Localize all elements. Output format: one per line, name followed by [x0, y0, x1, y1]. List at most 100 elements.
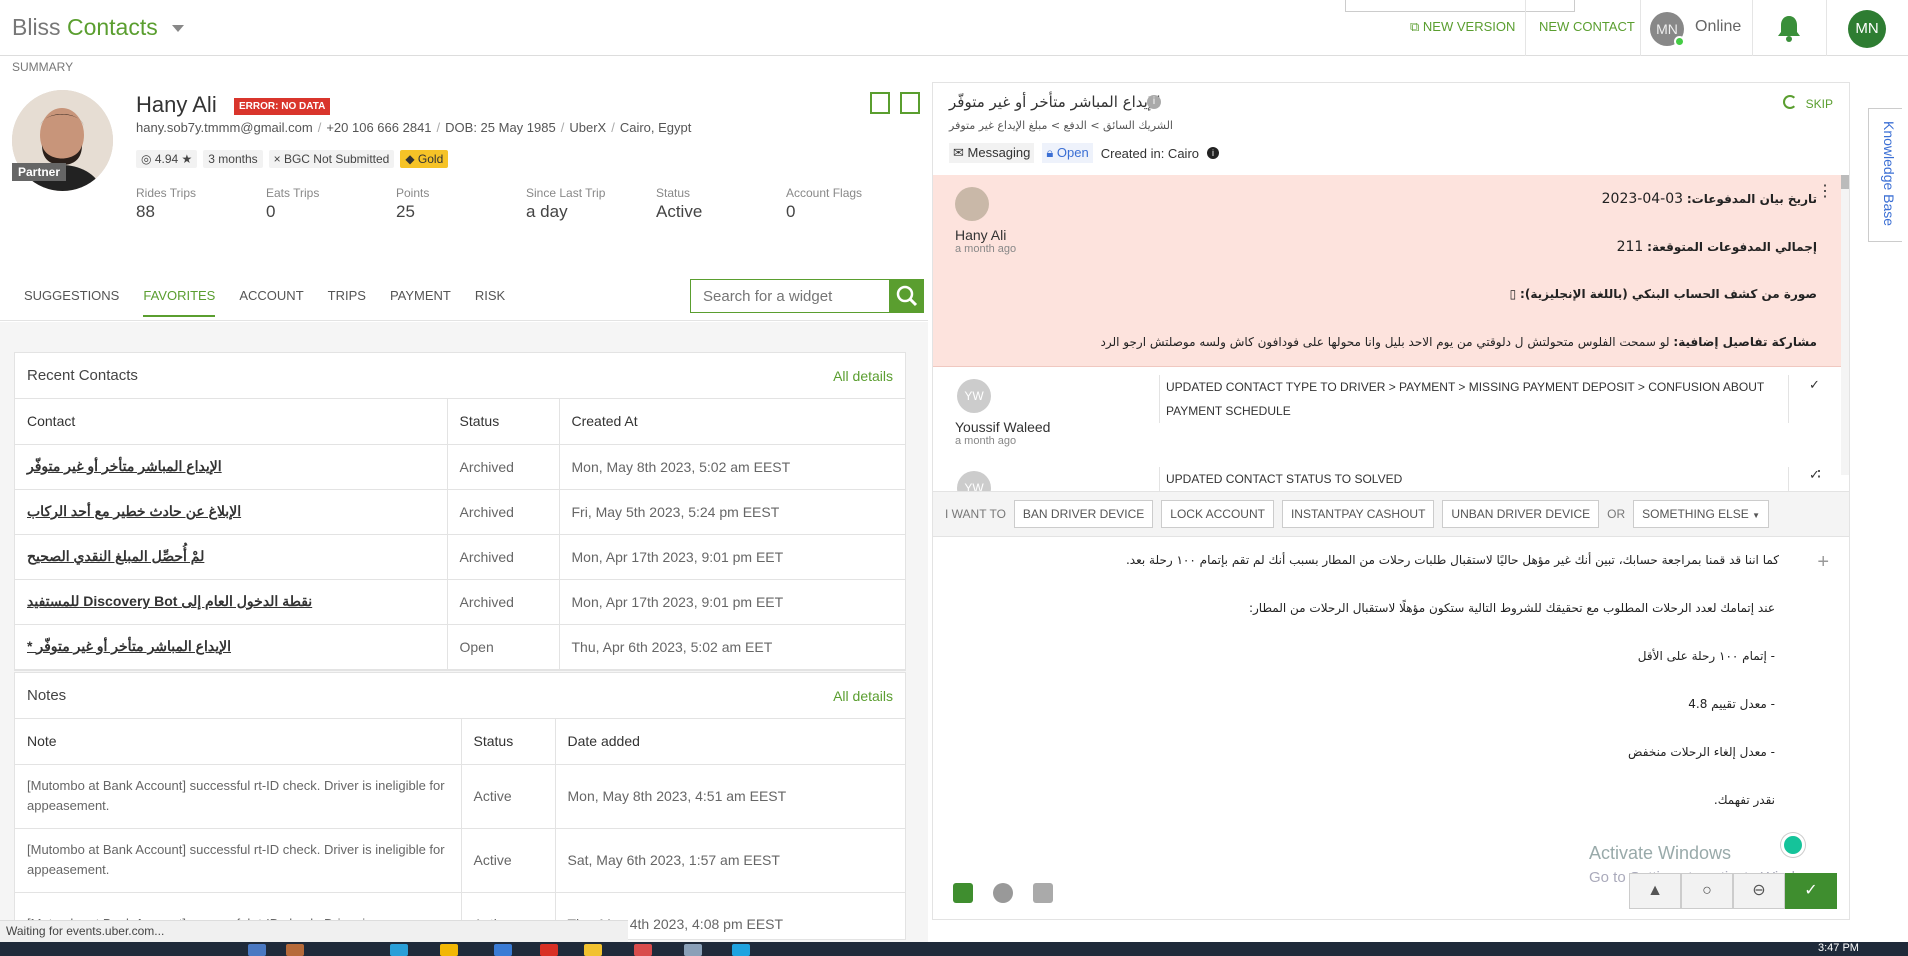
timeline-event: YW UPDATED CONTACT STATUS TO SOLVED ✓ ⋮	[933, 467, 1841, 491]
scrollbar[interactable]	[1841, 175, 1849, 475]
avatar	[955, 187, 989, 221]
status-open-icon[interactable]: ○	[1681, 873, 1733, 909]
contact-link[interactable]: لمْ أُحصِّل المبلغ النقدي الصحيح	[15, 534, 448, 580]
store-icon[interactable]	[494, 944, 512, 956]
tab-divider	[0, 320, 928, 321]
ban-driver-device-button[interactable]: BAN DRIVER DEVICE	[1013, 500, 1154, 528]
chat-icon[interactable]	[953, 883, 973, 903]
contact-link[interactable]: الإيداع المباشر متأخر أو غير متوفّر	[15, 444, 448, 490]
status-cell: Archived	[447, 489, 560, 535]
event-text: UPDATED CONTACT STATUS TO SOLVED	[1159, 467, 1789, 491]
online-status[interactable]: Online	[1695, 18, 1741, 36]
driver-info: hany.sob7y.tmmm@gmail.com / +20 106 666 28…	[136, 120, 692, 135]
escalate-icon[interactable]: ▲	[1629, 873, 1681, 909]
search-button[interactable]	[890, 279, 924, 313]
tab-payment[interactable]: PAYMENT	[390, 288, 451, 317]
solve-check-icon[interactable]: ✓	[1785, 873, 1837, 909]
date-cell: Mon, May 8th 2023, 4:51 am EEST	[555, 764, 905, 829]
skip-button[interactable]: SKIP	[1806, 97, 1833, 111]
bell-icon[interactable]	[1776, 14, 1802, 42]
folder-icon[interactable]	[440, 944, 458, 956]
app-icon[interactable]	[584, 944, 602, 956]
app-icon[interactable]	[248, 944, 266, 956]
chrome-icon[interactable]	[540, 944, 558, 956]
reply-editor[interactable]: + كما اننا قد قمنا بمراجعة حسابك، تبين أ…	[933, 539, 1849, 829]
check-icon[interactable]: ✓	[1809, 377, 1820, 393]
knowledge-base-tab[interactable]: Knowledge Base	[1868, 108, 1902, 242]
partner-badge: Partner	[12, 163, 67, 181]
tab-trips[interactable]: TRIPS	[328, 288, 366, 317]
created-in: Created in: Cairo	[1100, 145, 1200, 161]
taskbar-clock: 3:47 PM	[1818, 942, 1859, 954]
tenure-chip: 3 months	[203, 150, 263, 168]
all-details-link[interactable]: All details	[833, 688, 893, 704]
table-row: [Mutombo at Bank Account] successful rt-…	[15, 828, 905, 893]
all-details-link[interactable]: All details	[833, 368, 893, 384]
plus-icon[interactable]: +	[1817, 551, 1829, 574]
note-cell: [Mutombo at Bank Account] successful rt-…	[15, 828, 462, 893]
info-icon[interactable]: i	[1147, 95, 1161, 109]
contact-link[interactable]: * الإيداع المباشر متأخر أو غير متوفّر	[15, 624, 448, 670]
driver-dob: DOB: 25 May 1985	[445, 120, 556, 135]
app-brand[interactable]: Bliss Contacts	[12, 14, 185, 41]
contact-link[interactable]: للمستفيد Discovery Bot نقطة الدخول العام…	[15, 579, 448, 625]
status-cell: Archived	[447, 534, 560, 580]
date-cell: Fri, May 5th 2023, 5:24 pm EEST	[559, 489, 905, 535]
driver-location: Cairo, Egypt	[619, 120, 692, 135]
chrome-icon[interactable]	[634, 944, 652, 956]
card-title: Recent Contacts	[27, 367, 138, 384]
contact-breadcrumb: الشريك السائق > الدفع > مبلغ الإيداع غير…	[949, 119, 1173, 132]
grammarly-icon[interactable]	[1781, 833, 1805, 857]
windows-watermark: Activate Windows	[1589, 843, 1732, 863]
table-row: * الإيداع المباشر متأخر أو غير متوفّر Ope…	[15, 624, 905, 670]
more-icon[interactable]: ⋮	[1817, 184, 1833, 200]
driver-phone[interactable]: +20 106 666 2841	[326, 120, 431, 135]
chevron-down-icon[interactable]	[172, 25, 185, 33]
instantpay-cashout-button[interactable]: INSTANTPAY CASHOUT	[1281, 500, 1435, 528]
lock-account-button[interactable]: LOCK ACCOUNT	[1161, 500, 1274, 528]
new-contact-button[interactable]: NEW CONTACT	[1539, 19, 1635, 34]
user-avatar[interactable]: MN	[1848, 10, 1886, 48]
message-author: Hany Ali	[955, 227, 1007, 243]
driver-chips: ◎ 4.94 ★ 3 months × BGC Not Submitted ◆ …	[136, 150, 449, 168]
unban-driver-device-button[interactable]: UNBAN DRIVER DEVICE	[1442, 500, 1600, 528]
reply-line: - معدل تقييم 4.8	[1688, 697, 1775, 711]
agent-avatar[interactable]: MN	[1650, 12, 1685, 47]
brand-bold: Contacts	[66, 14, 158, 40]
contact-link[interactable]: الإبلاغ عن حادث خطير مع أحد الركاب	[15, 489, 448, 535]
widget-search-input[interactable]	[690, 279, 890, 313]
info-icon[interactable]: i	[1207, 147, 1220, 159]
caret-down-icon: ▼	[1752, 511, 1761, 520]
divider	[1752, 0, 1753, 56]
tab-account[interactable]: ACCOUNT	[239, 288, 303, 317]
driver-email[interactable]: hany.sob7y.tmmm@gmail.com	[136, 120, 313, 135]
tab-suggestions[interactable]: SUGGESTIONS	[24, 288, 119, 317]
reply-line: عند إتمامك لعدد الرحلات المطلوب مع تحقيق…	[1248, 601, 1775, 615]
tab-favorites[interactable]: FAVORITES	[143, 288, 216, 317]
something-else-dropdown[interactable]: SOMETHING ELSE ▼	[1633, 500, 1770, 528]
clipboard-icon[interactable]	[900, 92, 920, 114]
status-pending-icon[interactable]: ⊖	[1733, 873, 1785, 909]
stat-points: Points 25	[396, 186, 430, 221]
spreadsheet-icon[interactable]	[870, 92, 890, 114]
top-bar: Bliss Contacts ⧉ NEW VERSION NEW CONTACT…	[0, 0, 1908, 56]
table-row: الإيداع المباشر متأخر أو غير متوفّر Archi…	[15, 444, 905, 490]
table-row: للمستفيد Discovery Bot نقطة الدخول العام…	[15, 579, 905, 625]
new-version-link[interactable]: ⧉ NEW VERSION	[1410, 19, 1515, 35]
stat-account-flags: Account Flags 0	[786, 186, 863, 221]
refresh-icon[interactable]	[1783, 95, 1797, 109]
status-cell: Open	[447, 624, 560, 670]
edge-icon[interactable]	[732, 944, 750, 956]
more-icon[interactable]: ⋮	[1811, 467, 1827, 480]
column-header: Status	[461, 719, 556, 765]
table-header: Note Status Date added	[15, 719, 905, 765]
tab-risk[interactable]: RISK	[475, 288, 505, 317]
top-popup-edge	[1345, 0, 1575, 12]
edge-icon[interactable]	[390, 944, 408, 956]
scrollbar-thumb[interactable]	[1841, 175, 1849, 189]
note-icon[interactable]	[1033, 883, 1053, 903]
compass-icon[interactable]	[993, 883, 1013, 903]
app-icon[interactable]	[286, 944, 304, 956]
app-icon[interactable]	[684, 944, 702, 956]
rating-chip: ◎ 4.94 ★	[136, 150, 198, 168]
